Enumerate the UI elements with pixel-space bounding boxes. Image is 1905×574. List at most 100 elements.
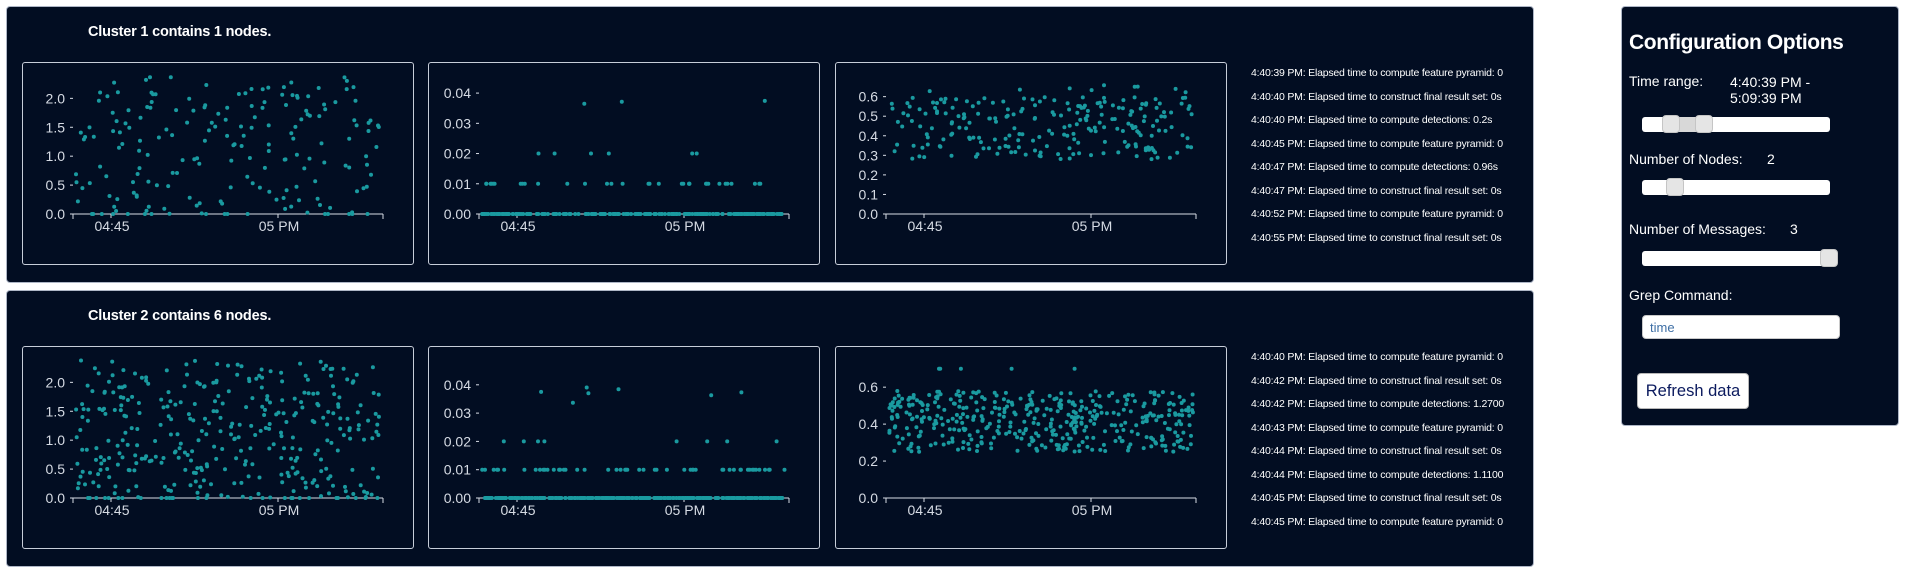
scatter-point [593, 212, 598, 216]
scatter-point [174, 108, 179, 113]
scatter-point [315, 391, 320, 396]
scatter-point [1021, 431, 1026, 436]
scatter-point [705, 439, 710, 444]
time-range-slider[interactable] [1642, 115, 1830, 133]
scatter-point [633, 496, 638, 500]
scatter-point [939, 97, 943, 102]
scatter-point [121, 368, 126, 373]
scatter-point [586, 212, 591, 216]
scatter-point [1091, 435, 1096, 440]
scatter-point [979, 441, 984, 446]
scatter-point [1072, 415, 1077, 420]
scatter-point [484, 181, 489, 186]
scatter-point [159, 397, 164, 402]
scatter-point [1107, 393, 1112, 398]
scatter-point [271, 442, 276, 447]
refresh-data-button[interactable]: Refresh data [1637, 373, 1749, 409]
scatter-point [492, 181, 497, 186]
time-range-end-handle[interactable] [1695, 115, 1713, 133]
scatter-point [144, 208, 149, 213]
scatter-point [965, 414, 970, 419]
scatter-point [1169, 125, 1174, 130]
scatter-point [338, 416, 343, 421]
x-tick-label: 05 PM [665, 218, 705, 234]
scatter-point [653, 212, 658, 216]
scatter-point [298, 447, 303, 452]
scatter-point [347, 428, 352, 433]
messages-slider[interactable] [1642, 249, 1838, 267]
scatter-point [751, 467, 756, 472]
scatter-point [1009, 400, 1014, 405]
y-tick-label: 0.0 [46, 490, 66, 506]
scatter-point [134, 484, 139, 489]
scatter-point [1033, 116, 1037, 120]
scatter-point [1072, 366, 1077, 371]
scatter-point [373, 411, 378, 416]
scatter-point [767, 467, 771, 472]
scatter-point [583, 181, 587, 186]
scatter-point [257, 475, 262, 480]
scatter-point [1132, 399, 1137, 404]
scatter-point [284, 103, 288, 107]
scatter-point [226, 389, 231, 394]
scatter-point [214, 409, 219, 414]
scatter-point [322, 102, 327, 107]
y-tick-label: 0.03 [444, 115, 471, 131]
scatter-point [502, 467, 507, 472]
scatter-point [570, 400, 575, 405]
scatter-point [91, 134, 96, 139]
scatter-point [315, 484, 320, 489]
scatter-point [1085, 435, 1089, 440]
nodes-slider-handle[interactable] [1666, 178, 1684, 196]
scatter-point [557, 212, 562, 216]
scatter-point [1123, 394, 1127, 399]
scatter-point [967, 433, 972, 438]
scatter-point [1027, 442, 1032, 447]
scatter-point [103, 496, 107, 500]
scatter-point [674, 439, 679, 444]
scatter-point [1162, 110, 1166, 115]
scatter-point [236, 92, 241, 96]
log-entry: 4:40:52 PM: Elapsed time to compute feat… [1251, 208, 1503, 220]
scatter-point [345, 416, 350, 421]
scatter-point [1190, 408, 1195, 413]
scatter-point [331, 384, 335, 389]
nodes-slider[interactable] [1642, 178, 1830, 196]
scatter-point [125, 442, 130, 447]
scatter-point [954, 412, 959, 417]
scatter-point [266, 123, 271, 128]
scatter-point [318, 359, 323, 364]
scatter-point [303, 485, 308, 490]
scatter-point [243, 91, 248, 96]
scatter-point [619, 99, 624, 104]
y-tick-label: 2.0 [46, 90, 66, 106]
scatter-point [1062, 125, 1067, 130]
scatter-point [319, 494, 323, 499]
grep-command-input[interactable] [1642, 315, 1840, 339]
scatter-point [956, 114, 961, 119]
scatter-point [300, 405, 305, 410]
scatter-point [162, 206, 167, 211]
scatter-point [183, 467, 188, 472]
scatter-point [1160, 434, 1165, 439]
scatter-point [218, 199, 223, 204]
scatter-point [1078, 408, 1083, 413]
scatter-point [586, 391, 591, 396]
scatter-point [94, 457, 98, 462]
scatter-point [558, 467, 563, 472]
scatter-point [688, 467, 693, 472]
scatter-point [260, 496, 265, 500]
scatter-point [967, 120, 972, 125]
scatter-point [1163, 128, 1168, 133]
scatter-point [1185, 136, 1190, 141]
messages-slider-handle[interactable] [1820, 249, 1838, 267]
scatter-point [313, 179, 318, 184]
scatter-point [1017, 132, 1022, 136]
scatter-point [704, 181, 708, 186]
scatter-point [289, 131, 294, 136]
scatter-point [981, 406, 986, 411]
scatter-point [307, 156, 312, 161]
time-range-start-handle[interactable] [1662, 115, 1680, 133]
scatter-point [1116, 412, 1121, 417]
scatter-point [327, 491, 331, 496]
